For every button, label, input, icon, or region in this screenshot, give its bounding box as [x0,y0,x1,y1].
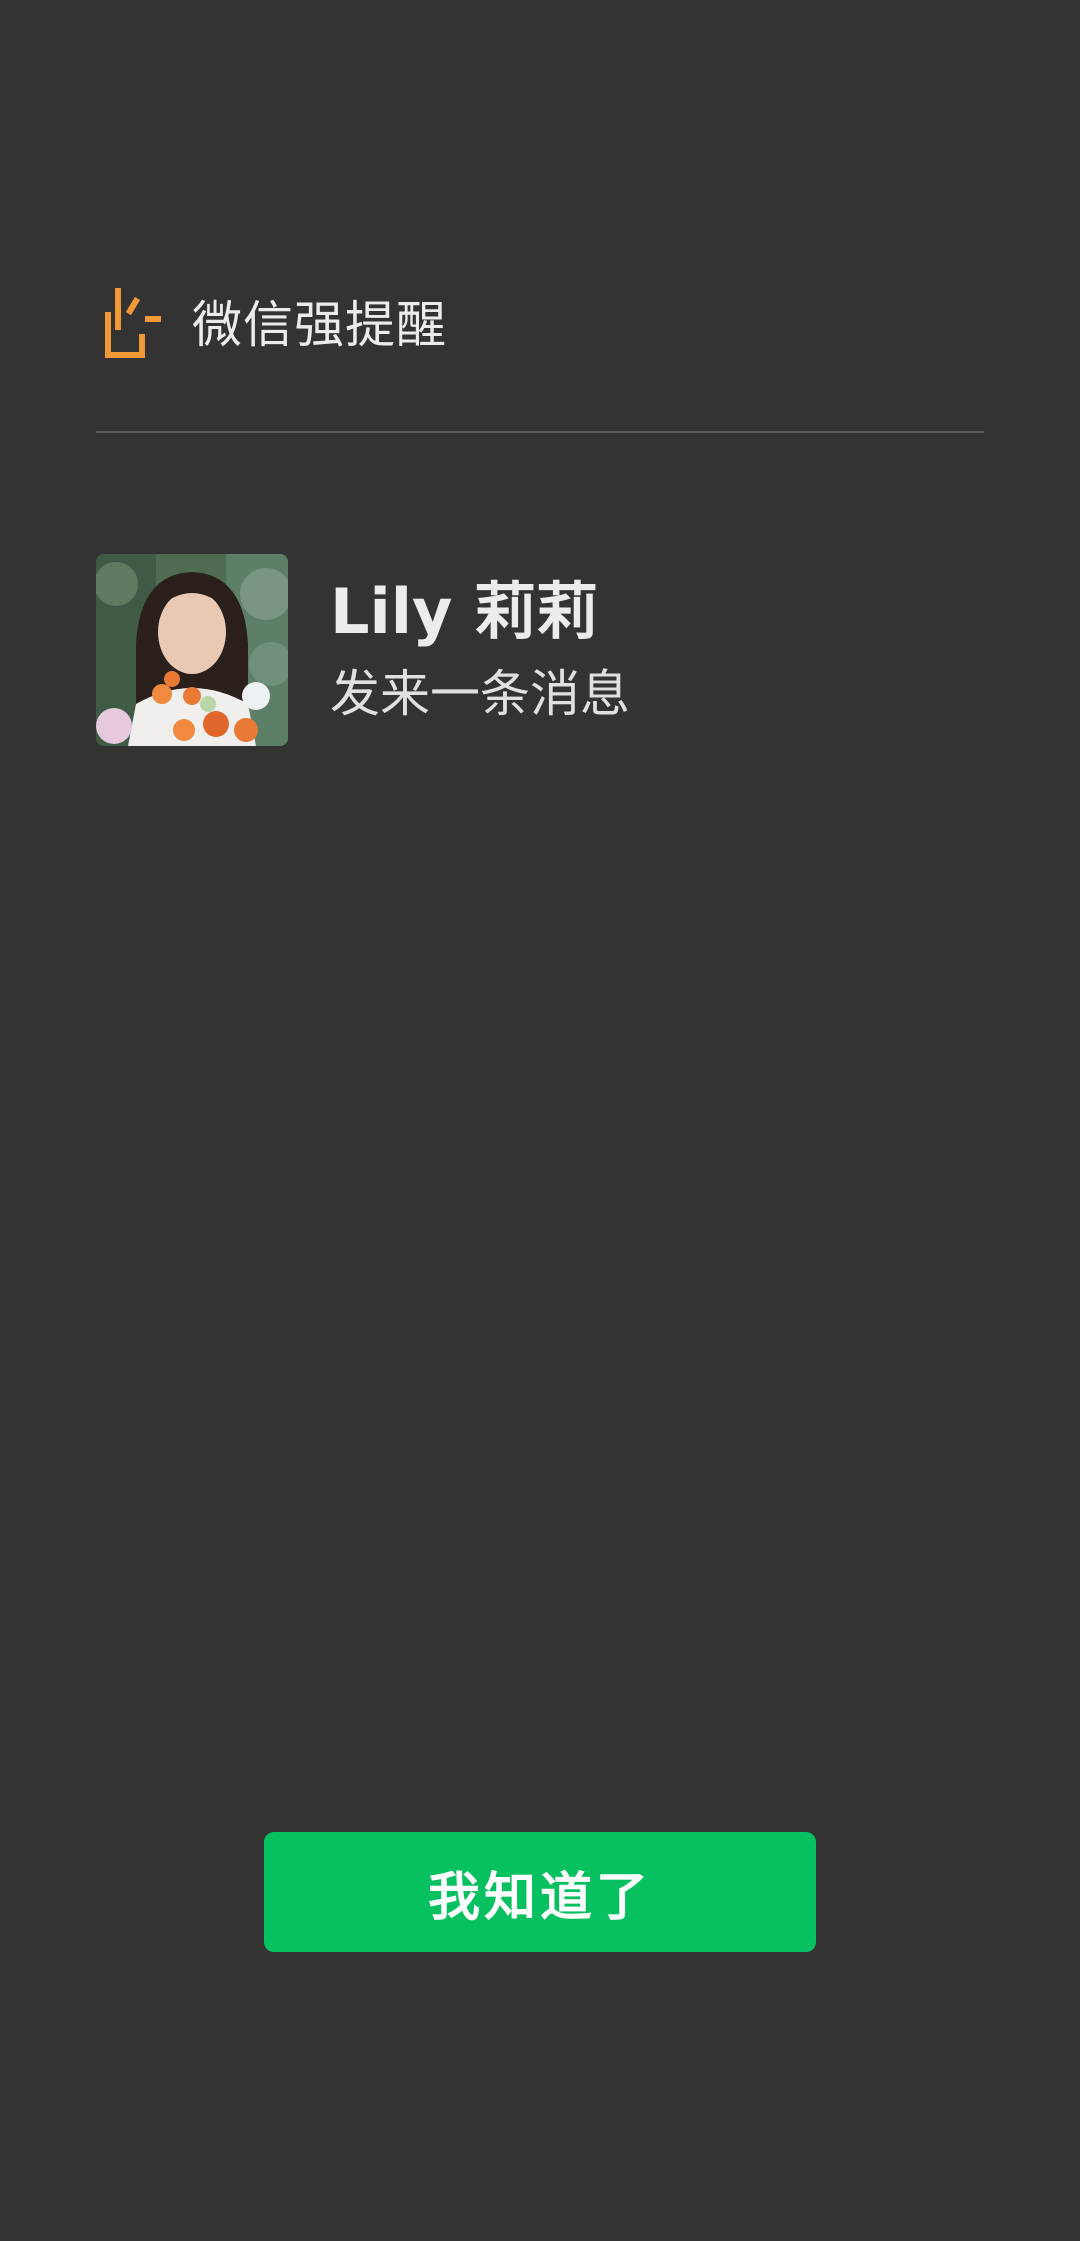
alert-bell-icon [105,288,161,358]
header-divider [96,431,984,433]
reminder-header: 微信强提醒 [96,280,984,370]
acknowledge-button[interactable]: 我知道了 [264,1832,816,1952]
contact-avatar [96,554,288,746]
sender-row: Lily 莉莉 发来一条消息 [96,554,984,748]
reminder-title: 微信强提醒 [192,296,447,354]
strong-reminder-screen: 微信强提醒 Lily 莉莉 发来一条消息 我知道了 [0,0,1080,2241]
sender-name: Lily 莉莉 [330,575,599,648]
message-subtitle: 发来一条消息 [330,665,630,723]
